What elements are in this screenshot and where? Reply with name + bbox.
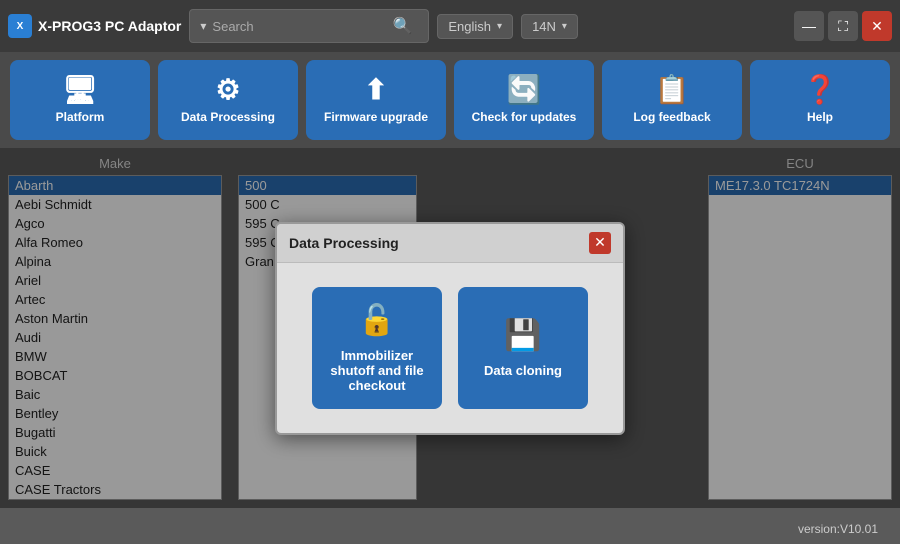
modal-body: 🔓 Immobilizer shutoff and file checkout … [277, 263, 623, 433]
maximize-button[interactable]: ⛶ [828, 11, 858, 41]
log-feedback-icon: 📋 [655, 76, 690, 104]
immobilizer-button[interactable]: 🔓 Immobilizer shutoff and file checkout [312, 287, 442, 409]
modal-close-button[interactable]: ✕ [589, 232, 611, 254]
modal-title: Data Processing [289, 235, 399, 251]
platform-icon: 🖥 [62, 76, 98, 104]
modal-overlay: Data Processing ✕ 🔓 Immobilizer shutoff … [0, 148, 900, 508]
immobilizer-icon: 🔓 [358, 303, 395, 338]
log-feedback-button[interactable]: 📋 Log feedback [602, 60, 742, 140]
language-label: English [448, 19, 491, 34]
window-controls: — ⛶ ✕ [794, 11, 892, 41]
data-cloning-label: Data cloning [484, 363, 562, 378]
app-title: X-PROG3 PC Adaptor [38, 18, 181, 34]
check-updates-label: Check for updates [472, 110, 577, 124]
help-button[interactable]: ❓ Help [750, 60, 890, 140]
help-icon: ❓ [803, 76, 838, 104]
data-cloning-icon: 💾 [504, 318, 541, 353]
close-button[interactable]: ✕ [862, 11, 892, 41]
minimize-button[interactable]: — [794, 11, 824, 41]
help-label: Help [807, 110, 833, 124]
data-processing-label: Data Processing [181, 110, 275, 124]
modal-header: Data Processing ✕ [277, 224, 623, 263]
logo-icon: X [8, 14, 32, 38]
log-feedback-label: Log feedback [633, 110, 710, 124]
device-chevron-icon: ▾ [562, 21, 567, 32]
app-header: X X-PROG3 PC Adaptor ▾ 🔍 English ▾ 14N ▾… [0, 0, 900, 52]
immobilizer-label: Immobilizer shutoff and file checkout [324, 348, 430, 393]
firmware-upgrade-icon: ⬆ [364, 76, 387, 104]
version-label: version:V10.01 [794, 518, 882, 540]
search-bar[interactable]: ▾ 🔍 [189, 9, 429, 43]
language-selector[interactable]: English ▾ [437, 14, 513, 39]
platform-label: Platform [56, 110, 105, 124]
search-input[interactable] [212, 19, 380, 34]
data-processing-button[interactable]: ⚙ Data Processing [158, 60, 298, 140]
platform-button[interactable]: 🖥 Platform [10, 60, 150, 140]
data-processing-icon: ⚙ [215, 76, 240, 104]
device-selector[interactable]: 14N ▾ [521, 14, 578, 39]
search-dropdown-label: ▾ [200, 19, 206, 33]
app-logo: X X-PROG3 PC Adaptor [8, 14, 181, 38]
firmware-upgrade-label: Firmware upgrade [324, 110, 428, 124]
data-processing-modal: Data Processing ✕ 🔓 Immobilizer shutoff … [275, 222, 625, 435]
language-chevron-icon: ▾ [497, 21, 502, 32]
check-updates-button[interactable]: 🔄 Check for updates [454, 60, 594, 140]
firmware-upgrade-button[interactable]: ⬆ Firmware upgrade [306, 60, 446, 140]
main-area: Make Abarth Aebi Schmidt Agco Alfa Romeo… [0, 148, 900, 508]
device-label: 14N [532, 19, 556, 34]
search-submit-button[interactable]: 🔍 [386, 14, 418, 38]
check-updates-icon: 🔄 [507, 76, 542, 104]
toolbar: 🖥 Platform ⚙ Data Processing ⬆ Firmware … [0, 52, 900, 148]
data-cloning-button[interactable]: 💾 Data cloning [458, 287, 588, 409]
search-dropdown[interactable]: ▾ [200, 19, 206, 33]
